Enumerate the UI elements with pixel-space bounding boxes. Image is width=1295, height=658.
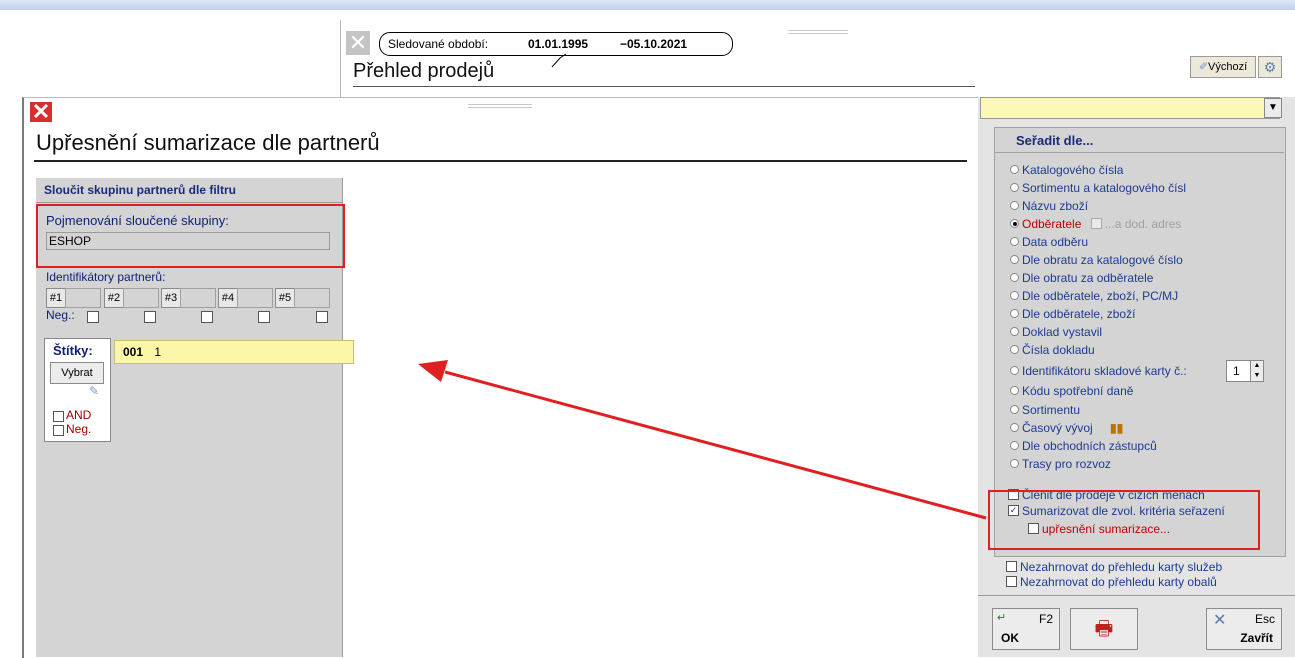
- annotation-arrow: [418, 360, 987, 520]
